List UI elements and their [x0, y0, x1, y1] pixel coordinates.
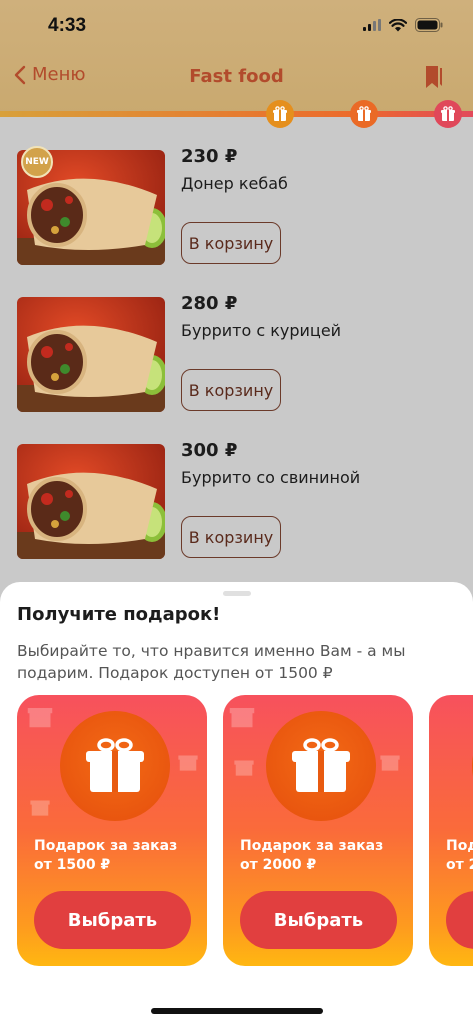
- product-price: 300 ₽: [181, 440, 238, 461]
- gift-card[interactable]: Под от 2: [429, 695, 473, 966]
- wifi-icon: [389, 18, 407, 31]
- choose-gift-button[interactable]: [446, 891, 473, 949]
- choose-gift-button[interactable]: Выбрать: [240, 891, 397, 949]
- list-item: 300 ₽ Буррито со свининой В корзину: [0, 424, 473, 559]
- new-badge: NEW: [21, 146, 53, 178]
- product-name: Донер кебаб: [181, 174, 288, 193]
- gift-card-label-line2: от 2000 ₽: [240, 857, 317, 873]
- bookmark-icon[interactable]: [423, 64, 445, 90]
- gift-card[interactable]: Подарок за заказ от 1500 ₽ Выбрать: [17, 695, 207, 966]
- gift-card-label: Подарок за заказ от 1500 ₽: [34, 837, 204, 875]
- header: 4:33 Меню Fast food: [0, 0, 473, 115]
- sheet-description: Выбирайте то, что нравится именно Вам - …: [17, 642, 406, 682]
- gift-card[interactable]: Подарок за заказ от 2000 ₽ Выбрать: [223, 695, 413, 966]
- gift-pattern-icon: [234, 760, 254, 776]
- status-icons: [363, 18, 443, 32]
- home-indicator: [151, 1008, 323, 1014]
- gift-icon: [86, 738, 144, 792]
- status-time: 4:33: [48, 15, 87, 36]
- product-price: 230 ₽: [181, 146, 238, 167]
- gift-icon: [357, 106, 371, 121]
- gift-circle: [60, 711, 170, 821]
- add-to-cart-button[interactable]: В корзину: [181, 369, 281, 411]
- add-to-cart-button[interactable]: В корзину: [181, 516, 281, 558]
- gift-icon: [441, 106, 455, 121]
- product-image[interactable]: [17, 297, 165, 412]
- product-name: Буррито с курицей: [181, 321, 342, 340]
- gift-cards-carousel[interactable]: Подарок за заказ от 1500 ₽ Выбрать Подар…: [0, 695, 473, 967]
- gift-pattern-icon: [27, 708, 53, 728]
- gift-icon: [292, 738, 350, 792]
- gift-icon: [273, 106, 287, 121]
- list-item: NEW 230 ₽ Донер кебаб В корзину: [0, 130, 473, 265]
- progress-fill: [0, 111, 473, 117]
- order-progress-bar: [0, 111, 473, 117]
- gift-milestone-1[interactable]: [266, 100, 294, 128]
- burrito-image: [17, 297, 165, 412]
- gift-card-label-line1: Под: [446, 838, 473, 854]
- sheet-title: Получите подарок!: [17, 604, 221, 625]
- gift-milestone-3[interactable]: [434, 100, 462, 128]
- gift-pattern-icon: [178, 755, 198, 771]
- gift-card-label: Подарок за заказ от 2000 ₽: [240, 837, 410, 875]
- product-name: Буррито со свининой: [181, 468, 361, 487]
- battery-icon: [415, 18, 443, 32]
- gift-bottom-sheet: Получите подарок! Выбирайте то, что нрав…: [0, 582, 473, 1024]
- add-to-cart-button[interactable]: В корзину: [181, 222, 281, 264]
- page-title: Fast food: [189, 66, 284, 87]
- choose-gift-button[interactable]: Выбрать: [34, 891, 191, 949]
- product-price: 280 ₽: [181, 293, 238, 314]
- burrito-image: [17, 444, 165, 559]
- gift-milestone-2[interactable]: [350, 100, 378, 128]
- gift-card-label-line2: от 1500 ₽: [34, 857, 111, 873]
- signal-icon: [363, 19, 381, 31]
- gift-pattern-icon: [380, 755, 400, 771]
- gift-pattern-icon: [229, 708, 255, 728]
- gift-card-label-line1: Подарок за заказ: [240, 838, 384, 854]
- gift-card-label-line1: Подарок за заказ: [34, 838, 178, 854]
- status-bar: 4:33: [0, 0, 473, 54]
- gift-circle: [266, 711, 376, 821]
- gift-card-label-line2: от 2: [446, 857, 473, 873]
- gift-pattern-icon: [30, 800, 50, 816]
- nav-bar: Меню Fast food: [0, 54, 473, 104]
- gift-card-label: Под от 2: [446, 837, 473, 875]
- list-item: 280 ₽ Буррито с курицей В корзину: [0, 277, 473, 412]
- sheet-grabber[interactable]: [223, 591, 251, 596]
- product-image[interactable]: [17, 444, 165, 559]
